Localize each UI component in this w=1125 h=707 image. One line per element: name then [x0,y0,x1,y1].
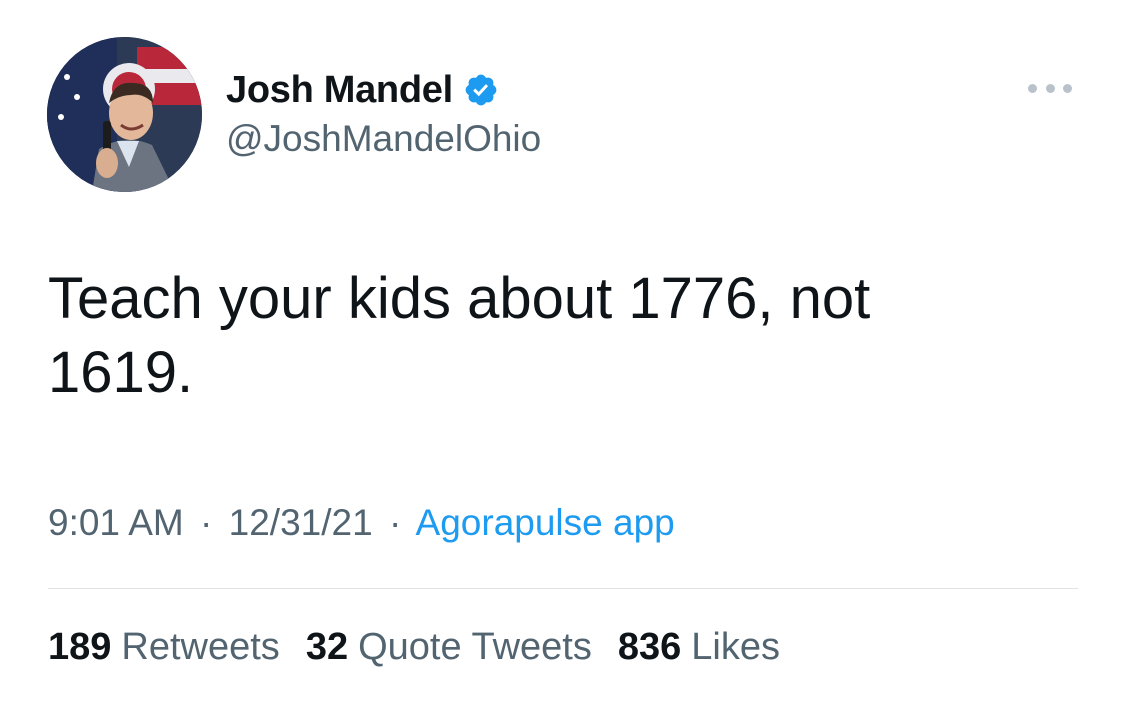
more-dot [1063,83,1072,93]
tweet-text-line: 1619. [48,340,194,405]
meta-separator: · [200,502,213,543]
verified-badge-icon [463,72,499,108]
tweet: Josh Mandel @JoshMandelOhio Teach your k… [0,0,1125,707]
avatar[interactable] [47,37,202,192]
quote-tweets-count: 32 [305,626,349,668]
more-options-icon[interactable] [1028,78,1072,98]
likes-label: Likes [691,626,780,668]
retweets-label: Retweets [121,626,280,668]
tweet-meta: 9:01 AM · 12/31/21 · Agorapulse app [48,502,675,544]
tweet-text: Teach your kids about 1776, not 1619. [48,262,1008,410]
author-display-name[interactable]: Josh Mandel [226,69,453,112]
more-dot [1045,83,1055,93]
divider [48,588,1078,589]
more-dot [1028,83,1037,93]
quote-tweets-stat[interactable]: 32 Quote Tweets [306,626,592,669]
tweet-source-link[interactable]: Agorapulse app [416,502,675,543]
meta-separator: · [388,502,402,543]
tweet-date[interactable]: 12/31/21 [229,502,373,543]
author-name-row: Josh Mandel [226,66,499,114]
tweet-text-line: Teach your kids about 1776, not [48,266,871,331]
retweets-stat[interactable]: 189 Retweets [48,626,280,669]
likes-count: 836 [617,626,682,668]
tweet-stats: 189 Retweets 32 Quote Tweets 836 Likes [48,626,806,669]
retweets-count: 189 [48,626,112,668]
quote-tweets-label: Quote Tweets [358,626,592,668]
avatar-image [47,37,202,192]
author-handle[interactable]: @JoshMandelOhio [226,118,541,160]
tweet-time[interactable]: 9:01 AM [48,502,184,543]
likes-stat[interactable]: 836 Likes [618,626,780,669]
